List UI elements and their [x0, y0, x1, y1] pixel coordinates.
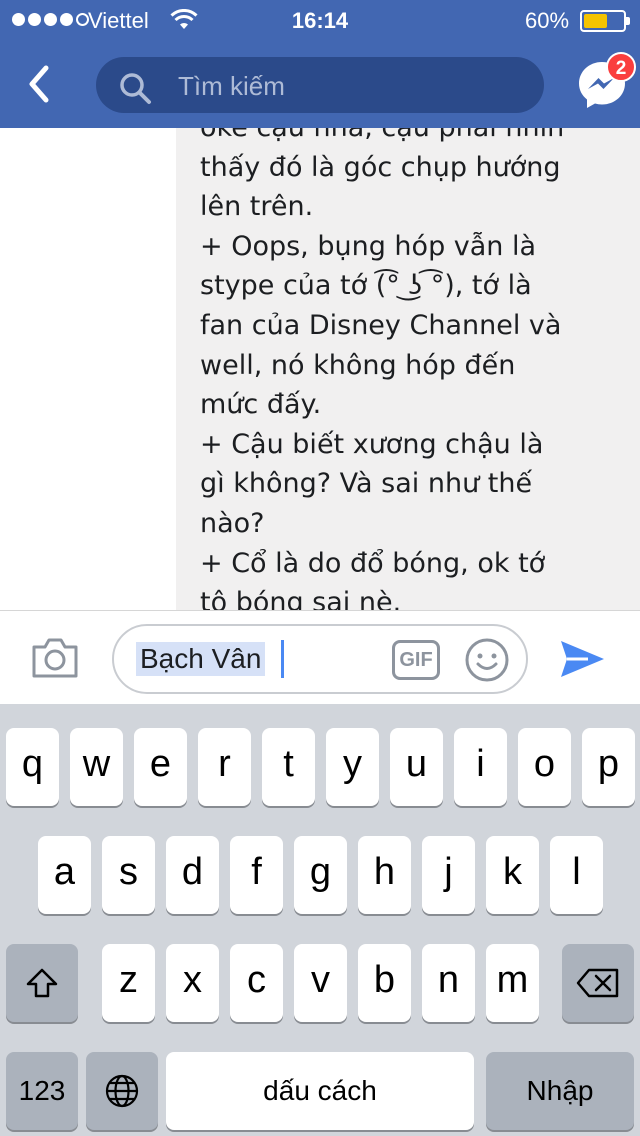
- key-o[interactable]: o: [518, 728, 571, 806]
- key-r[interactable]: r: [198, 728, 251, 806]
- globe-key[interactable]: [86, 1052, 158, 1130]
- gif-button[interactable]: GIF: [392, 640, 440, 680]
- key-c[interactable]: c: [230, 944, 283, 1022]
- shift-key[interactable]: [6, 944, 78, 1022]
- chevron-left-icon: [29, 65, 49, 103]
- key-u[interactable]: u: [390, 728, 443, 806]
- text-caret: [281, 640, 284, 678]
- key-h[interactable]: h: [358, 836, 411, 914]
- emoji-button[interactable]: [464, 637, 510, 688]
- search-icon: [120, 73, 151, 104]
- message-text: oke cậu nha, cậu phải nhìn thấy đó là gó…: [200, 128, 564, 610]
- space-key[interactable]: dấu cách: [166, 1052, 474, 1130]
- camera-button[interactable]: [30, 636, 80, 685]
- battery-icon: [580, 10, 630, 32]
- key-b[interactable]: b: [358, 944, 411, 1022]
- key-t[interactable]: t: [262, 728, 315, 806]
- key-q[interactable]: q: [6, 728, 59, 806]
- key-w[interactable]: w: [70, 728, 123, 806]
- message-input-value: Bạch Vân: [136, 642, 266, 676]
- smiley-icon: [465, 638, 509, 682]
- status-bar: Viettel 16:14 60%: [0, 0, 640, 40]
- send-icon: [561, 641, 604, 677]
- numbers-key[interactable]: 123: [6, 1052, 78, 1130]
- message-bubble: oke cậu nha, cậu phải nhìn thấy đó là gó…: [176, 128, 640, 610]
- key-a[interactable]: a: [38, 836, 91, 914]
- key-f[interactable]: f: [230, 836, 283, 914]
- key-v[interactable]: v: [294, 944, 347, 1022]
- camera-icon: [32, 638, 78, 678]
- return-key[interactable]: Nhập: [486, 1052, 634, 1130]
- conversation-area[interactable]: oke cậu nha, cậu phải nhìn thấy đó là gó…: [0, 128, 640, 610]
- back-button[interactable]: [20, 62, 60, 106]
- key-l[interactable]: l: [550, 836, 603, 914]
- keyboard: q w e r t y u i o p a s d f g h j k l z …: [0, 704, 640, 1136]
- key-m[interactable]: m: [486, 944, 539, 1022]
- key-p[interactable]: p: [582, 728, 635, 806]
- key-s[interactable]: s: [102, 836, 155, 914]
- backspace-icon: [576, 968, 619, 998]
- shift-icon: [26, 968, 58, 998]
- search-bar[interactable]: Tìm kiếm: [96, 57, 544, 113]
- notification-badge: 2: [606, 52, 636, 82]
- key-n[interactable]: n: [422, 944, 475, 1022]
- message-composer: Bạch Vân GIF: [0, 610, 640, 704]
- send-button[interactable]: [558, 638, 606, 685]
- key-j[interactable]: j: [422, 836, 475, 914]
- key-e[interactable]: e: [134, 728, 187, 806]
- battery-percent: 60%: [525, 8, 570, 33]
- header: Viettel 16:14 60% Tìm kiếm 2: [0, 0, 640, 128]
- message-input[interactable]: Bạch Vân GIF: [112, 624, 528, 694]
- globe-icon: [105, 1074, 139, 1108]
- key-k[interactable]: k: [486, 836, 539, 914]
- key-g[interactable]: g: [294, 836, 347, 914]
- key-d[interactable]: d: [166, 836, 219, 914]
- key-y[interactable]: y: [326, 728, 379, 806]
- key-x[interactable]: x: [166, 944, 219, 1022]
- delete-key[interactable]: [562, 944, 634, 1022]
- key-z[interactable]: z: [102, 944, 155, 1022]
- key-i[interactable]: i: [454, 728, 507, 806]
- search-placeholder: Tìm kiếm: [178, 71, 285, 101]
